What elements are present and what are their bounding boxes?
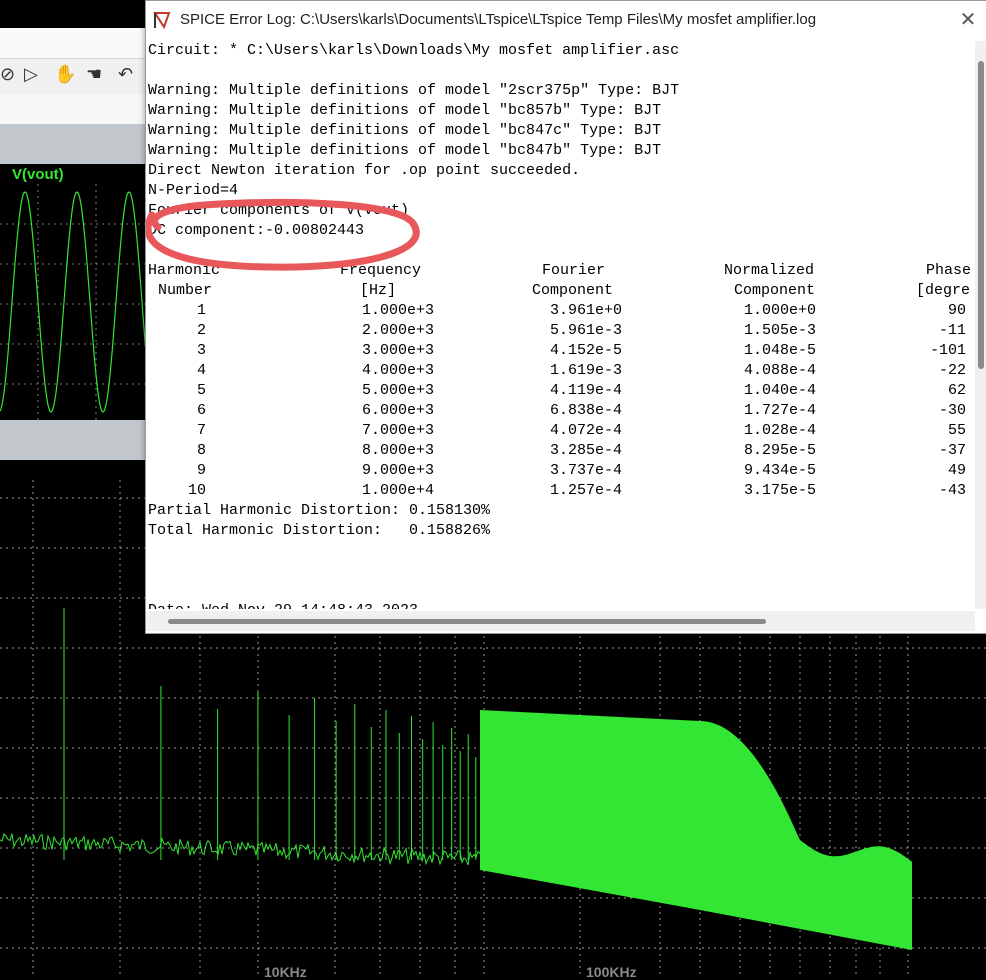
table-cell: -22 [939,362,967,379]
toolbar-row [0,28,150,59]
table-cell: 4.072e-4 [550,422,623,439]
table-cell: 4.152e-5 [550,342,623,359]
plot-pane-separator [0,420,150,460]
plot-pane-header [0,124,150,164]
vertical-scroll-thumb[interactable] [978,61,984,369]
table-cell: -101 [930,342,967,359]
log-line-warning: Warning: Multiple definitions of model "… [148,142,662,159]
table-cell: 1.000e+4 [362,482,435,499]
table-cell: 90 [948,302,967,319]
log-line-total-thd: Total Harmonic Distortion: 0.158826% [148,522,491,539]
log-line-warning: Warning: Multiple definitions of model "… [148,82,680,99]
drag-hand-icon[interactable]: ☚ [86,64,102,84]
col-subheader-component: Component [734,282,816,299]
table-cell: -30 [939,402,967,419]
window-title: SPICE Error Log: C:\Users\karls\Document… [180,11,817,28]
table-cell: 5 [197,382,207,399]
table-cell: 8.000e+3 [362,442,435,459]
pan-hand-icon[interactable]: ✋ [54,64,76,84]
ac-source-icon[interactable]: ⊘ [0,64,15,84]
table-cell: 1.028e-4 [744,422,817,439]
log-text-area[interactable]: Circuit: * C:\Users\karls\Downloads\My m… [148,41,974,609]
undo-icon[interactable]: ↶ [118,64,133,84]
table-cell: 1 [197,302,207,319]
table-cell: -43 [939,482,967,499]
col-header-harmonic: Harmonic [148,262,221,279]
col-subheader-degree: [degre [916,282,971,299]
log-line-fourier-title: Fourier components of V(vout) [148,202,410,219]
trace-label[interactable]: V(vout) [12,166,64,183]
table-cell: 5.961e-3 [550,322,623,339]
horizontal-scroll-thumb[interactable] [168,619,766,624]
table-cell: 5.000e+3 [362,382,435,399]
table-cell: -11 [939,322,967,339]
table-cell: 2 [197,322,207,339]
col-subheader-number: Number [158,282,213,299]
log-line-circuit: Circuit: * C:\Users\karls\Downloads\My m… [148,42,680,59]
table-cell: 8.295e-5 [744,442,817,459]
log-line-partial-thd: Partial Harmonic Distortion: 0.158130% [148,502,491,519]
table-cell: 3.961e+0 [550,302,623,319]
table-cell: 1.727e-4 [744,402,817,419]
close-button[interactable]: ✕ [951,7,985,33]
table-cell: 8 [197,442,207,459]
table-cell: 9.000e+3 [362,462,435,479]
log-line-warning: Warning: Multiple definitions of model "… [148,102,662,119]
table-cell: 1.040e-4 [744,382,817,399]
spice-error-log-window: SPICE Error Log: C:\Users\karls\Document… [145,0,986,634]
col-header-normalized: Normalized [724,262,815,279]
table-cell: 6.838e-4 [550,402,623,419]
table-cell: 9 [197,462,207,479]
col-subheader-hz: [Hz] [360,282,397,299]
table-cell: 4.119e-4 [550,382,623,399]
table-cell: 1.619e-3 [550,362,623,379]
log-line-newton: Direct Newton iteration for .op point su… [148,162,581,179]
schematic-area [0,94,150,124]
table-cell: 4 [197,362,207,379]
table-cell: 62 [948,382,967,399]
table-cell: 3 [197,342,207,359]
table-cell: 4.000e+3 [362,362,435,379]
toolbar [0,28,150,95]
table-cell: 9.434e-5 [744,462,817,479]
horizontal-scrollbar[interactable] [146,611,975,631]
log-line-nperiod: N-Period=4 [148,182,239,199]
col-subheader-component: Component [532,282,614,299]
table-cell: 3.175e-5 [744,482,817,499]
table-cell: 1.000e+0 [744,302,817,319]
table-cell: 1.505e-3 [744,322,817,339]
col-header-fourier: Fourier [542,262,606,279]
window-titlebar[interactable]: SPICE Error Log: C:\Users\karls\Document… [146,1,986,39]
buffer-icon[interactable]: ▷ [24,64,38,84]
table-cell: 1.257e-4 [550,482,623,499]
table-cell: 4.088e-4 [744,362,817,379]
log-line-warning: Warning: Multiple definitions of model "… [148,122,662,139]
table-cell: 1.000e+3 [362,302,435,319]
table-cell: 7 [197,422,207,439]
table-cell: 49 [948,462,967,479]
col-header-frequency: Frequency [340,262,422,279]
table-cell: 6.000e+3 [362,402,435,419]
col-header-phase: Phase [926,262,972,279]
ltspice-app-icon [153,12,171,30]
table-cell: 1.048e-5 [744,342,817,359]
log-line-date: Date: Wed Nov 29 14:48:43 2023 [148,601,418,609]
table-cell: 7.000e+3 [362,422,435,439]
table-cell: 10 [188,482,207,499]
vertical-scrollbar[interactable] [975,41,986,609]
table-cell: 3.737e-4 [550,462,623,479]
table-cell: 2.000e+3 [362,322,435,339]
table-cell: 6 [197,402,207,419]
table-cell: 55 [948,422,967,439]
table-cell: -37 [939,442,967,459]
table-cell: 3.000e+3 [362,342,435,359]
time-domain-plot [0,184,150,420]
table-cell: 3.285e-4 [550,442,623,459]
log-line-dc-component: DC component:-0.00802443 [148,222,365,239]
